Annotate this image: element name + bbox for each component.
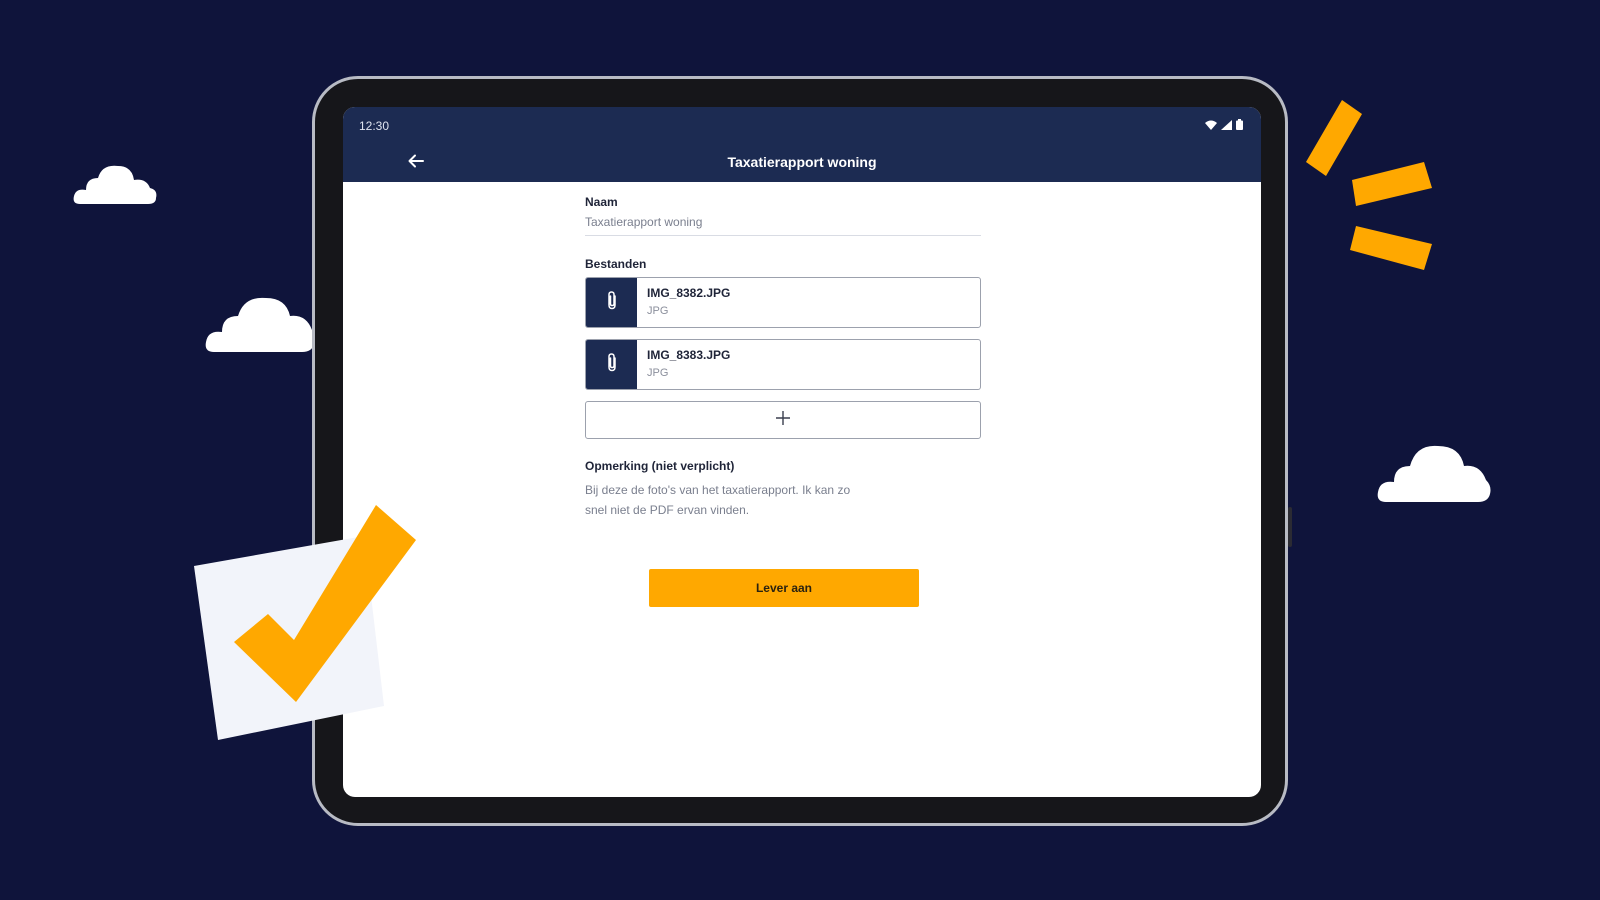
sparkle-burst-icon (0, 0, 1600, 305)
cloud-icon (1376, 438, 1492, 504)
plus-icon (775, 410, 791, 431)
file-name: IMG_8383.JPG (647, 348, 731, 362)
tablet-side-button (1288, 507, 1292, 547)
file-icon-box (586, 340, 637, 389)
promo-stage: 12:30 Taxatierapport woning Naam Taxatie… (0, 0, 1600, 900)
remark-label: Opmerking (niet verplicht) (585, 459, 735, 473)
submit-button[interactable]: Lever aan (649, 569, 919, 607)
file-type: JPG (647, 367, 669, 379)
file-item[interactable]: IMG_8383.JPG JPG (585, 339, 981, 390)
add-file-button[interactable] (585, 401, 981, 439)
file-text: IMG_8383.JPG JPG (637, 340, 740, 389)
paperclip-icon (606, 352, 618, 377)
remark-field[interactable]: Bij deze de foto's van het taxatierappor… (585, 480, 855, 520)
file-type: JPG (647, 305, 669, 317)
